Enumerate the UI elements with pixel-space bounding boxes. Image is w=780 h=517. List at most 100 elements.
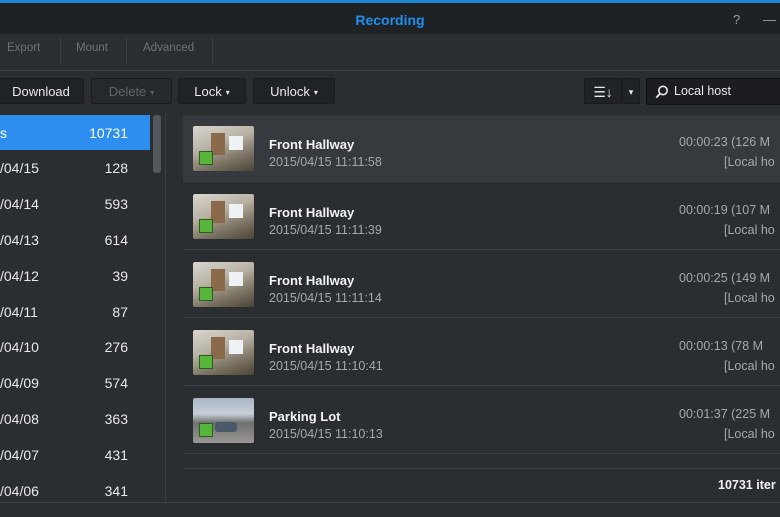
sidebar-item-date[interactable]: /04/14 593 (0, 186, 150, 221)
sidebar-item-all[interactable]: s 10731 (0, 115, 150, 150)
lock-label: Lock (194, 84, 222, 99)
recording-duration: 00:00:23 (126 M (679, 135, 771, 149)
status-indicator-icon (199, 423, 213, 437)
list-footer: 10731 iter (183, 468, 780, 503)
recording-camera-name: Front Hallway (269, 341, 355, 356)
search-icon (655, 85, 668, 99)
sidebar-item-count: 39 (112, 268, 128, 284)
sidebar-item-date[interactable]: /04/11 87 (0, 294, 150, 329)
sidebar-item-count: 276 (104, 339, 128, 355)
sidebar-item-label: /04/12 (0, 268, 39, 284)
menu-divider (126, 38, 127, 64)
delete-button[interactable]: Delete ▾ (91, 78, 172, 104)
sort-dropdown-button[interactable]: ▾ (622, 78, 640, 104)
recording-row[interactable]: Front Hallway 2015/04/15 11:11:39 00:00:19… (183, 183, 780, 250)
recording-row[interactable]: Front Hallway 2015/04/15 11:11:58 00:00:23… (183, 115, 780, 182)
sidebar-item-count: 87 (112, 304, 128, 320)
recording-camera-name: Front Hallway (269, 205, 355, 220)
recording-host: [Local ho (724, 291, 775, 305)
chevron-down-icon: ▾ (628, 87, 634, 97)
sidebar-item-count: 341 (104, 483, 128, 499)
window-title: Recording (355, 12, 425, 28)
chevron-down-icon: ▾ (313, 88, 318, 97)
recording-datetime: 2015/04/15 11:11:58 (269, 155, 382, 169)
chevron-down-icon: ▾ (150, 88, 155, 97)
sidebar-item-label: /04/06 (0, 483, 39, 499)
menu-divider (212, 38, 213, 64)
recording-thumbnail[interactable] (193, 262, 254, 307)
search-field[interactable]: Local host (646, 78, 780, 105)
sidebar-item-label: /04/13 (0, 232, 39, 248)
chevron-down-icon: ▾ (225, 88, 230, 97)
search-input[interactable]: Local host (674, 84, 731, 98)
recording-row[interactable]: Front Hallway 2015/04/15 11:10:41 00:00:13… (183, 319, 780, 386)
export-menu[interactable]: Export (7, 42, 40, 54)
recording-host: [Local ho (724, 359, 775, 373)
sidebar-item-count: 363 (104, 411, 128, 427)
recording-camera-name: Parking Lot (269, 409, 341, 424)
sidebar-item-label: /04/14 (0, 196, 39, 212)
status-indicator-icon (199, 219, 213, 233)
sidebar-item-count: 593 (104, 196, 128, 212)
title-bar: Recording ? — (0, 3, 780, 34)
delete-label: Delete (108, 84, 147, 99)
sidebar-item-label: /04/09 (0, 375, 39, 391)
menu-bar: Export Mount Advanced (0, 34, 780, 71)
recording-duration: 00:00:25 (149 M (679, 271, 771, 285)
recording-datetime: 2015/04/15 11:10:13 (269, 427, 383, 441)
recording-thumbnail[interactable] (193, 398, 254, 443)
thumbnail-car (215, 422, 237, 432)
recording-camera-name: Front Hallway (269, 137, 355, 152)
item-count: 10731 iter (718, 478, 776, 492)
mount-menu[interactable]: Mount (76, 42, 108, 54)
date-sidebar: s 10731/04/15 128/04/14 593/04/13 614/04/12 3… (0, 113, 166, 516)
sort-button[interactable]: ☰↓ (584, 78, 622, 104)
recording-row[interactable]: Front Hallway 2015/04/15 11:11:14 00:00:25… (183, 251, 780, 318)
recording-host: [Local ho (724, 155, 775, 169)
status-indicator-icon (199, 355, 213, 369)
status-indicator-icon (199, 151, 213, 165)
toolbar: Download Delete ▾ Lock ▾ Unlock ▾ ☰↓ ▾ Loca… (0, 71, 780, 113)
sidebar-item-label: /04/15 (0, 160, 39, 176)
recording-list: Front Hallway 2015/04/15 11:11:58 00:00:23… (183, 113, 780, 468)
sidebar-item-count: 614 (104, 232, 128, 248)
unlock-button[interactable]: Unlock ▾ (253, 78, 335, 104)
sidebar-item-date[interactable]: /04/15 128 (0, 150, 150, 185)
thumbnail-door (211, 269, 225, 291)
recording-thumbnail[interactable] (193, 194, 254, 239)
recording-row[interactable]: Parking Lot 2015/04/15 11:10:13 00:01:37 (… (183, 387, 780, 454)
sidebar-item-date[interactable]: /04/08 363 (0, 401, 150, 436)
thumbnail-window (229, 136, 243, 150)
recording-host: [Local ho (724, 427, 775, 441)
thumbnail-window (229, 340, 243, 354)
unlock-label: Unlock (270, 84, 310, 99)
window-bottom-edge (0, 502, 780, 517)
sidebar-item-label: /04/11 (0, 304, 38, 320)
thumbnail-door (211, 201, 225, 223)
download-label: Download (12, 84, 70, 99)
thumbnail-door (211, 133, 225, 155)
thumbnail-window (229, 272, 243, 286)
recording-duration: 00:01:37 (225 M (679, 407, 771, 421)
sidebar-item-date[interactable]: /04/12 39 (0, 258, 150, 293)
sidebar-item-date[interactable]: /04/07 431 (0, 437, 150, 472)
recording-thumbnail[interactable] (193, 330, 254, 375)
sidebar-item-count: 10731 (89, 125, 128, 141)
advanced-menu[interactable]: Advanced (143, 42, 194, 54)
recording-datetime: 2015/04/15 11:11:14 (269, 291, 382, 305)
sidebar-scrollbar[interactable] (153, 115, 161, 173)
sidebar-item-label: s (0, 125, 7, 141)
sidebar-item-date[interactable]: /04/09 574 (0, 365, 150, 400)
sidebar-item-date[interactable]: /04/13 614 (0, 222, 150, 257)
sort-icon: ☰↓ (593, 84, 613, 100)
download-button[interactable]: Download (0, 78, 84, 104)
lock-button[interactable]: Lock ▾ (178, 78, 246, 104)
minimize-icon[interactable]: — (763, 12, 776, 27)
recording-datetime: 2015/04/15 11:10:41 (269, 359, 383, 373)
sidebar-item-date[interactable]: /04/10 276 (0, 329, 150, 364)
recording-thumbnail[interactable] (193, 126, 254, 171)
thumbnail-door (211, 337, 225, 359)
help-icon[interactable]: ? (733, 12, 740, 27)
recording-row-partial[interactable] (183, 455, 780, 468)
sidebar-item-label: /04/08 (0, 411, 39, 427)
